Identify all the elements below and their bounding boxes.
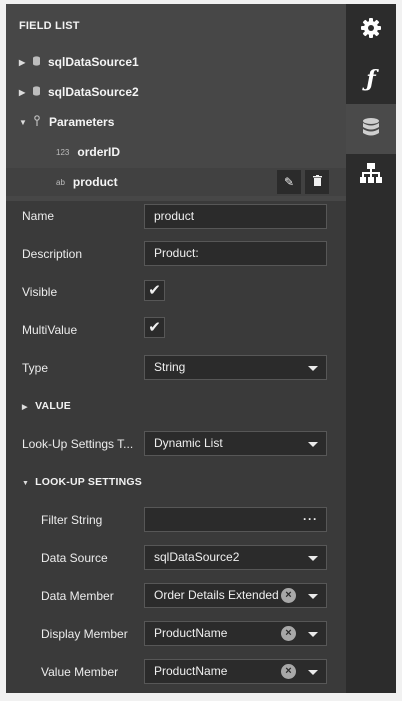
parameters-icon: [33, 115, 41, 129]
tree-node-orderid[interactable]: 123 orderID: [56, 137, 120, 167]
expressions-tab[interactable]: ƒ: [346, 54, 396, 104]
ellipsis-icon[interactable]: ···: [303, 508, 318, 531]
chevron-down-icon: [308, 442, 318, 447]
field-list-main: FIELD LIST ▶ sqlDataSource1 ▶ sqlDataSou…: [6, 4, 346, 693]
chevron-down-icon: [308, 670, 318, 675]
value-section-title: VALUE: [35, 400, 71, 412]
name-label: Name: [22, 209, 55, 223]
value-section-header[interactable]: ▶ VALUE: [22, 400, 71, 412]
gear-icon: [361, 17, 381, 41]
number-type-icon: 123: [56, 147, 70, 157]
type-label: Type: [22, 361, 49, 375]
edit-parameter-button[interactable]: ✎: [277, 170, 301, 194]
filter-string-input[interactable]: ···: [144, 507, 327, 532]
data-member-label: Data Member: [41, 589, 114, 603]
report-explorer-tab[interactable]: [346, 149, 396, 199]
function-icon: ƒ: [366, 66, 376, 92]
data-source-value: sqlDataSource2: [154, 550, 240, 564]
clear-icon[interactable]: ×: [281, 588, 296, 603]
tree-node-label: sqlDataSource2: [48, 85, 139, 99]
collapse-arrow-icon[interactable]: ▼: [19, 118, 29, 127]
display-member-label: Display Member: [41, 627, 128, 641]
string-type-icon: ab: [56, 177, 65, 187]
description-input[interactable]: Product:: [144, 241, 327, 266]
clear-icon[interactable]: ×: [281, 664, 296, 679]
chevron-down-icon: [308, 594, 318, 599]
side-tab-bar: ƒ: [346, 4, 396, 693]
type-select[interactable]: String: [144, 355, 327, 380]
expand-arrow-icon[interactable]: ▶: [19, 58, 29, 67]
properties-tab[interactable]: [346, 4, 396, 54]
multivalue-checkbox[interactable]: ✔: [144, 317, 165, 338]
lookup-type-value: Dynamic List: [154, 436, 223, 450]
tree-node-parameters[interactable]: ▼ Parameters: [19, 107, 114, 137]
expand-arrow-icon: ▶: [22, 404, 28, 411]
visible-checkbox[interactable]: ✔: [144, 280, 165, 301]
delete-parameter-button[interactable]: [305, 170, 329, 194]
chevron-down-icon: [308, 556, 318, 561]
panel-title: FIELD LIST: [19, 20, 80, 32]
hierarchy-icon: [360, 162, 382, 186]
chevron-down-icon: [308, 632, 318, 637]
clear-icon[interactable]: ×: [281, 626, 296, 641]
type-value: String: [154, 360, 186, 374]
lookup-section-header[interactable]: ▼ LOOK-UP SETTINGS: [22, 476, 142, 488]
tree-node-product[interactable]: ab product: [56, 167, 118, 197]
data-source-label: Data Source: [41, 551, 108, 565]
name-input[interactable]: product: [144, 204, 327, 229]
filter-string-label: Filter String: [41, 513, 103, 527]
tree-node-label: Parameters: [49, 115, 115, 129]
field-list-panel: FIELD LIST ▶ sqlDataSource1 ▶ sqlDataSou…: [6, 4, 396, 693]
tree-node-label: sqlDataSource1: [48, 55, 139, 69]
display-member-select[interactable]: ProductName ×: [144, 621, 327, 646]
value-member-select[interactable]: ProductName ×: [144, 659, 327, 684]
description-label: Description: [22, 247, 83, 261]
field-list-tab[interactable]: [346, 104, 396, 154]
data-member-select[interactable]: Order Details Extended ×: [144, 583, 327, 608]
collapse-arrow-icon: ▼: [22, 480, 30, 487]
display-member-value: ProductName: [154, 626, 228, 640]
database-icon: [363, 117, 379, 141]
tree-node-label: product: [72, 175, 118, 189]
field-tree: FIELD LIST ▶ sqlDataSource1 ▶ sqlDataSou…: [6, 4, 346, 201]
trash-icon: [312, 175, 322, 189]
value-member-value: ProductName: [154, 664, 228, 678]
pencil-icon: ✎: [283, 175, 295, 189]
tree-node-label: orderID: [77, 145, 121, 159]
tree-node-sqldatasource1[interactable]: ▶ sqlDataSource1: [19, 47, 139, 77]
chevron-down-icon: [308, 366, 318, 371]
multivalue-label: MultiValue: [22, 323, 78, 337]
lookup-type-label: Look-Up Settings T...: [22, 437, 134, 451]
expand-arrow-icon[interactable]: ▶: [19, 88, 29, 97]
checkmark-icon: ✔: [148, 319, 161, 336]
checkmark-icon: ✔: [148, 282, 161, 299]
tree-node-sqldatasource2[interactable]: ▶ sqlDataSource2: [19, 77, 139, 107]
visible-label: Visible: [22, 285, 58, 299]
data-source-select[interactable]: sqlDataSource2: [144, 545, 327, 570]
value-member-label: Value Member: [41, 665, 119, 679]
database-icon: [33, 55, 40, 69]
data-member-value: Order Details Extended: [154, 588, 279, 602]
lookup-section-title: LOOK-UP SETTINGS: [35, 476, 142, 488]
lookup-type-select[interactable]: Dynamic List: [144, 431, 327, 456]
database-icon: [33, 85, 40, 99]
